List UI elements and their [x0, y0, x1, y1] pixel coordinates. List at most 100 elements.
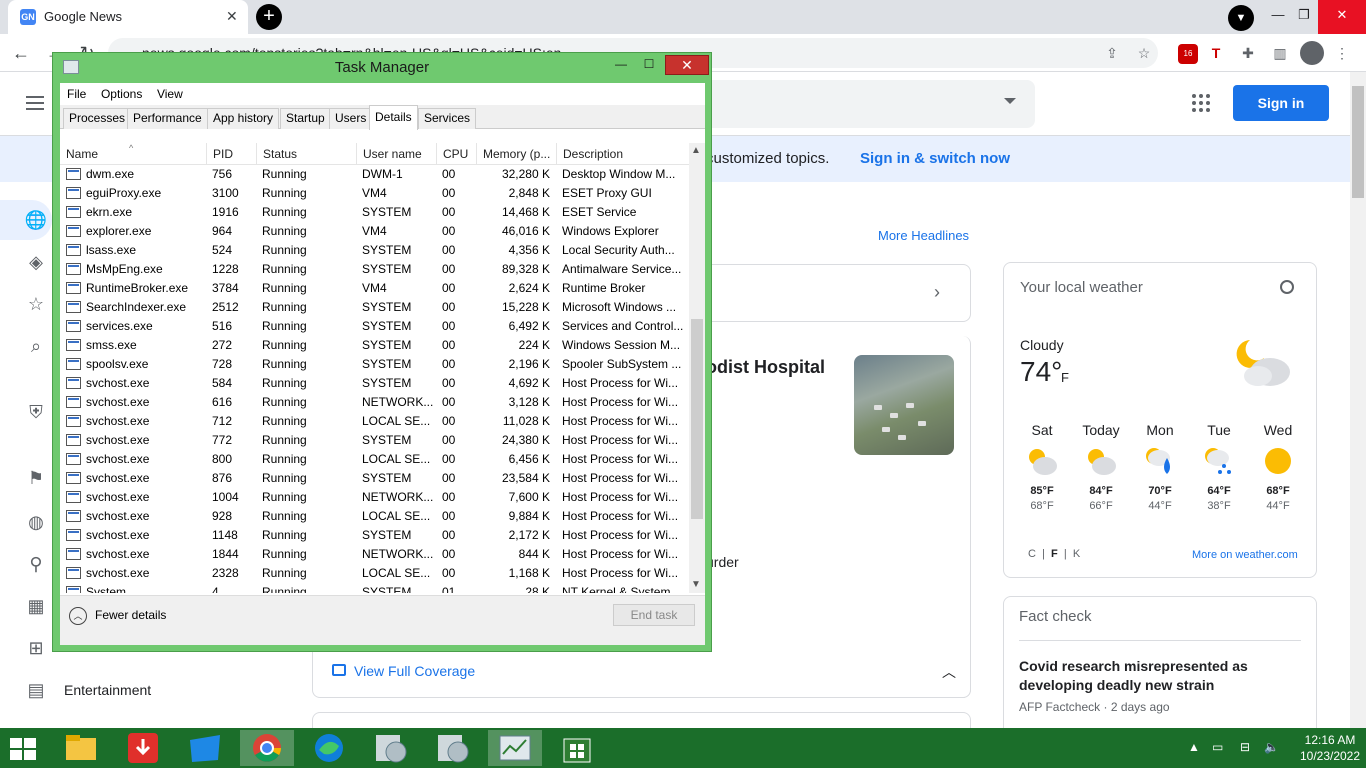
- download-manager-icon[interactable]: [116, 730, 170, 766]
- local-pin-icon[interactable]: ⚲: [24, 552, 48, 576]
- end-task-button[interactable]: End task: [613, 604, 695, 626]
- extensions-puzzle-icon[interactable]: ✚: [1238, 43, 1258, 63]
- tray-overflow-icon[interactable]: ▲: [1188, 740, 1200, 754]
- menu-options[interactable]: Options: [97, 83, 146, 105]
- process-row[interactable]: spoolsv.exe 728 Running SYSTEM 00 2,196 K Spoo…: [60, 355, 690, 374]
- extension-tp-icon[interactable]: T: [1206, 43, 1226, 63]
- process-row[interactable]: svchost.exe 1844 Running NETWORK... 00 844 K H…: [60, 545, 690, 564]
- tab-processes[interactable]: Processes: [63, 108, 132, 129]
- process-row[interactable]: svchost.exe 928 Running LOCAL SE... 00 9,884 …: [60, 507, 690, 526]
- scroll-down-arrow-icon[interactable]: ▼: [691, 579, 701, 590]
- windows-start-icon[interactable]: [10, 738, 38, 760]
- col-memory[interactable]: Memory (p...: [476, 143, 556, 165]
- process-row[interactable]: explorer.exe 964 Running VM4 00 46,016 K Windo…: [60, 222, 690, 241]
- new-tab-plus-icon[interactable]: +: [256, 4, 282, 30]
- news-search-box[interactable]: [700, 80, 1035, 128]
- task-manager-taskbar-icon[interactable]: [488, 730, 542, 766]
- col-user-name[interactable]: User name: [356, 143, 436, 165]
- extension-badge-icon[interactable]: 16: [1178, 44, 1198, 64]
- tab-services[interactable]: Services: [418, 108, 477, 129]
- unit-fahrenheit[interactable]: F: [1051, 548, 1058, 560]
- tray-tablet-icon[interactable]: ▭: [1212, 740, 1223, 754]
- menu-file[interactable]: File: [63, 83, 90, 105]
- process-row[interactable]: eguiProxy.exe 3100 Running VM4 00 2,848 K ESET…: [60, 184, 690, 203]
- search-dropdown-caret-icon[interactable]: [1004, 98, 1016, 104]
- main-menu-icon[interactable]: [26, 96, 44, 114]
- page-scrollbar-thumb[interactable]: [1352, 86, 1364, 198]
- tab-close-icon[interactable]: ✕: [226, 8, 238, 25]
- headline-text[interactable]: odist Hospital: [706, 357, 825, 378]
- col-cpu[interactable]: CPU: [436, 143, 476, 165]
- app-blue-icon[interactable]: [178, 730, 232, 766]
- view-full-coverage-link[interactable]: View Full Coverage: [354, 663, 475, 679]
- process-row[interactable]: svchost.exe 1148 Running SYSTEM 00 2,172 K Hos…: [60, 526, 690, 545]
- process-row[interactable]: ekrn.exe 1916 Running SYSTEM 00 14,468 K ESET …: [60, 203, 690, 222]
- collapse-chevron-icon[interactable]: ︿: [69, 607, 87, 625]
- network-icon[interactable]: ⊟: [1240, 740, 1250, 754]
- tm-minimize-icon[interactable]: —: [609, 55, 633, 75]
- unit-celsius[interactable]: C: [1028, 548, 1036, 560]
- more-headlines-link[interactable]: More Headlines: [878, 228, 969, 243]
- world-globe-icon[interactable]: ◍: [24, 510, 48, 534]
- tm-maximize-icon[interactable]: ☐: [637, 55, 661, 75]
- fewer-details-link[interactable]: Fewer details: [95, 608, 166, 622]
- menu-view[interactable]: View: [153, 83, 187, 105]
- process-table-scrollbar-thumb[interactable]: [691, 319, 703, 519]
- unit-kelvin[interactable]: K: [1073, 548, 1080, 560]
- media-disc-icon-2[interactable]: [426, 730, 480, 766]
- close-window-icon[interactable]: ✕: [1318, 0, 1366, 34]
- tab-search-chevron-icon[interactable]: ▼: [1228, 5, 1254, 31]
- tab-app-history[interactable]: App history: [207, 108, 280, 129]
- entertainment-film-icon[interactable]: ▤: [24, 678, 48, 702]
- for-you-diamond-icon[interactable]: ◈: [24, 250, 48, 274]
- file-explorer-icon[interactable]: [54, 730, 108, 766]
- restore-icon[interactable]: ❐: [1290, 0, 1318, 34]
- us-flag-icon[interactable]: ⚑: [24, 466, 48, 490]
- location-target-icon[interactable]: [1280, 280, 1294, 294]
- process-row[interactable]: smss.exe 272 Running SYSTEM 00 224 K Windows S…: [60, 336, 690, 355]
- minimize-icon[interactable]: —: [1264, 0, 1292, 34]
- tab-details[interactable]: Details: [369, 105, 418, 130]
- media-disc-icon[interactable]: [364, 730, 418, 766]
- sign-in-button[interactable]: Sign in: [1233, 85, 1329, 121]
- edge-icon[interactable]: [302, 730, 356, 766]
- headline-thumbnail[interactable]: [854, 355, 954, 455]
- taskbar-clock[interactable]: 12:16 AM 10/23/2022: [1294, 732, 1366, 764]
- sign-in-switch-link[interactable]: Sign in & switch now: [860, 150, 1010, 167]
- process-row[interactable]: svchost.exe 584 Running SYSTEM 00 4,692 K Host…: [60, 374, 690, 393]
- col-description[interactable]: Description: [556, 143, 690, 165]
- back-arrow-icon[interactable]: ←: [8, 40, 34, 66]
- menu-dots-icon[interactable]: ⋮: [1332, 43, 1352, 63]
- process-row[interactable]: svchost.exe 712 Running LOCAL SE... 00 11,028…: [60, 412, 690, 431]
- covid-shield-icon[interactable]: ⛨: [24, 400, 48, 424]
- tab-performance[interactable]: Performance: [127, 108, 208, 129]
- google-apps-icon[interactable]: [1192, 94, 1210, 112]
- process-row[interactable]: svchost.exe 800 Running LOCAL SE... 00 6,456 …: [60, 450, 690, 469]
- col-status[interactable]: Status: [256, 143, 356, 165]
- process-row[interactable]: System 4 Running SYSTEM 01 28 K NT Kernel & Sy…: [60, 583, 690, 593]
- business-building-icon[interactable]: ▦: [24, 594, 48, 618]
- process-row[interactable]: services.exe 516 Running SYSTEM 00 6,492 K Ser…: [60, 317, 690, 336]
- sidebar-item-entertainment[interactable]: Entertainment: [64, 682, 151, 698]
- process-row[interactable]: svchost.exe 772 Running SYSTEM 00 24,380 K Hos…: [60, 431, 690, 450]
- chevron-up-icon[interactable]: ︿: [942, 662, 956, 682]
- chrome-icon[interactable]: [240, 730, 294, 766]
- browser-tab-google-news[interactable]: GN Google News ✕: [8, 0, 248, 34]
- scroll-up-arrow-icon[interactable]: ▲: [691, 145, 701, 156]
- tm-close-icon[interactable]: ✕: [665, 55, 709, 75]
- process-row[interactable]: RuntimeBroker.exe 3784 Running VM4 00 2,624 K…: [60, 279, 690, 298]
- volume-icon[interactable]: 🔈: [1264, 740, 1279, 754]
- store-bag-icon[interactable]: [550, 730, 604, 766]
- process-row[interactable]: svchost.exe 616 Running NETWORK... 00 3,128 K…: [60, 393, 690, 412]
- following-star-icon[interactable]: ☆: [24, 292, 48, 316]
- chevron-right-icon[interactable]: ›: [934, 282, 940, 303]
- col-pid[interactable]: PID: [206, 143, 256, 165]
- process-row[interactable]: dwm.exe 756 Running DWM-1 00 32,280 K Desktop …: [60, 165, 690, 184]
- process-row[interactable]: SearchIndexer.exe 2512 Running SYSTEM 00 15,2…: [60, 298, 690, 317]
- process-row[interactable]: lsass.exe 524 Running SYSTEM 00 4,356 K Local …: [60, 241, 690, 260]
- search-icon[interactable]: ⌕: [24, 334, 48, 358]
- process-row[interactable]: svchost.exe 1004 Running NETWORK... 00 7,600 …: [60, 488, 690, 507]
- tab-startup[interactable]: Startup: [280, 108, 331, 129]
- topic-card[interactable]: [700, 264, 971, 322]
- side-panel-icon[interactable]: ▥: [1270, 43, 1290, 63]
